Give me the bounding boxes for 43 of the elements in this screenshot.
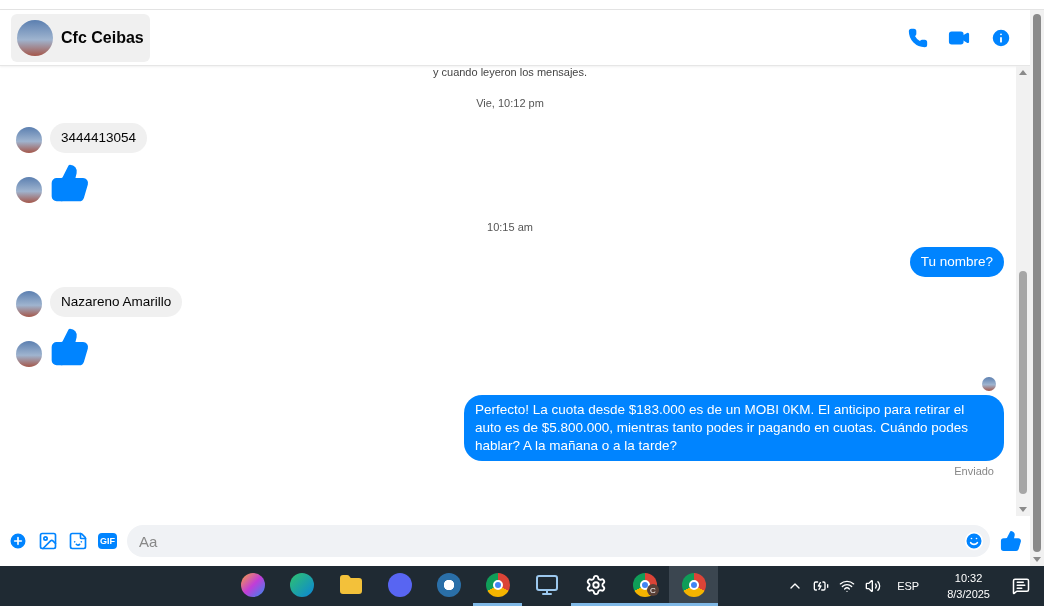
message-bubble: Nazareno Amarillo (50, 287, 183, 317)
message-input[interactable]: Aa (127, 525, 990, 557)
sticker-icon[interactable] (68, 531, 88, 551)
clock-time[interactable]: 10:32 (954, 570, 983, 586)
timestamp: 10:15 am (487, 221, 533, 233)
profile-badge: C (647, 584, 659, 596)
info-icon[interactable] (990, 26, 1012, 49)
gif-button[interactable]: GIF (98, 533, 117, 549)
chrome-icon (485, 572, 510, 597)
message-bubble: 3444413054 (50, 123, 148, 153)
timestamp: Vie, 10:12 pm (476, 97, 544, 109)
thumbs-up-icon[interactable] (1000, 530, 1022, 552)
language-indicator[interactable]: ESP (897, 580, 920, 592)
clock-date[interactable]: 8/3/2025 (947, 586, 990, 602)
monitor-icon (534, 572, 559, 597)
message-bubble: Perfecto! La cuota desde $183.000 es de un MOBI 0KM. El anticipo para retirar el auto es de $5.800.000, mientras tanto podes ir pagando en cuotas. Cuándo podes hablar? A la mañana o a la tarde? (464, 395, 1004, 461)
avatar (16, 127, 42, 153)
avatar (16, 341, 42, 367)
avatar (16, 291, 42, 317)
seen-avatar (982, 377, 996, 391)
scrollbar[interactable] (1016, 66, 1030, 516)
plus-icon[interactable] (8, 531, 28, 551)
chrome-icon (681, 572, 706, 597)
contact-button[interactable]: Cfc Ceibas (11, 13, 150, 62)
message-bubble: Tu nombre? (909, 247, 1004, 277)
chrome-icon (632, 572, 657, 597)
contact-name: Cfc Ceibas (61, 28, 144, 47)
phone-icon[interactable] (908, 27, 928, 48)
wifi-icon[interactable] (839, 578, 856, 594)
scrollbar[interactable] (1030, 10, 1044, 566)
status-text: Enviado (954, 465, 994, 477)
image-icon[interactable] (38, 531, 58, 551)
thumbs-up-icon (50, 327, 90, 367)
thumbs-up-icon (50, 163, 90, 203)
volume-icon[interactable] (865, 578, 882, 594)
settings-icon (584, 573, 607, 596)
avatar (17, 19, 53, 56)
battery-icon[interactable] (813, 578, 830, 594)
avatar (16, 177, 42, 203)
notice-text: y cuando leyeron los mensajes. (432, 66, 588, 78)
notification-icon[interactable] (1012, 577, 1030, 595)
folder-icon (338, 572, 363, 597)
taskbar-app[interactable] (669, 566, 718, 606)
